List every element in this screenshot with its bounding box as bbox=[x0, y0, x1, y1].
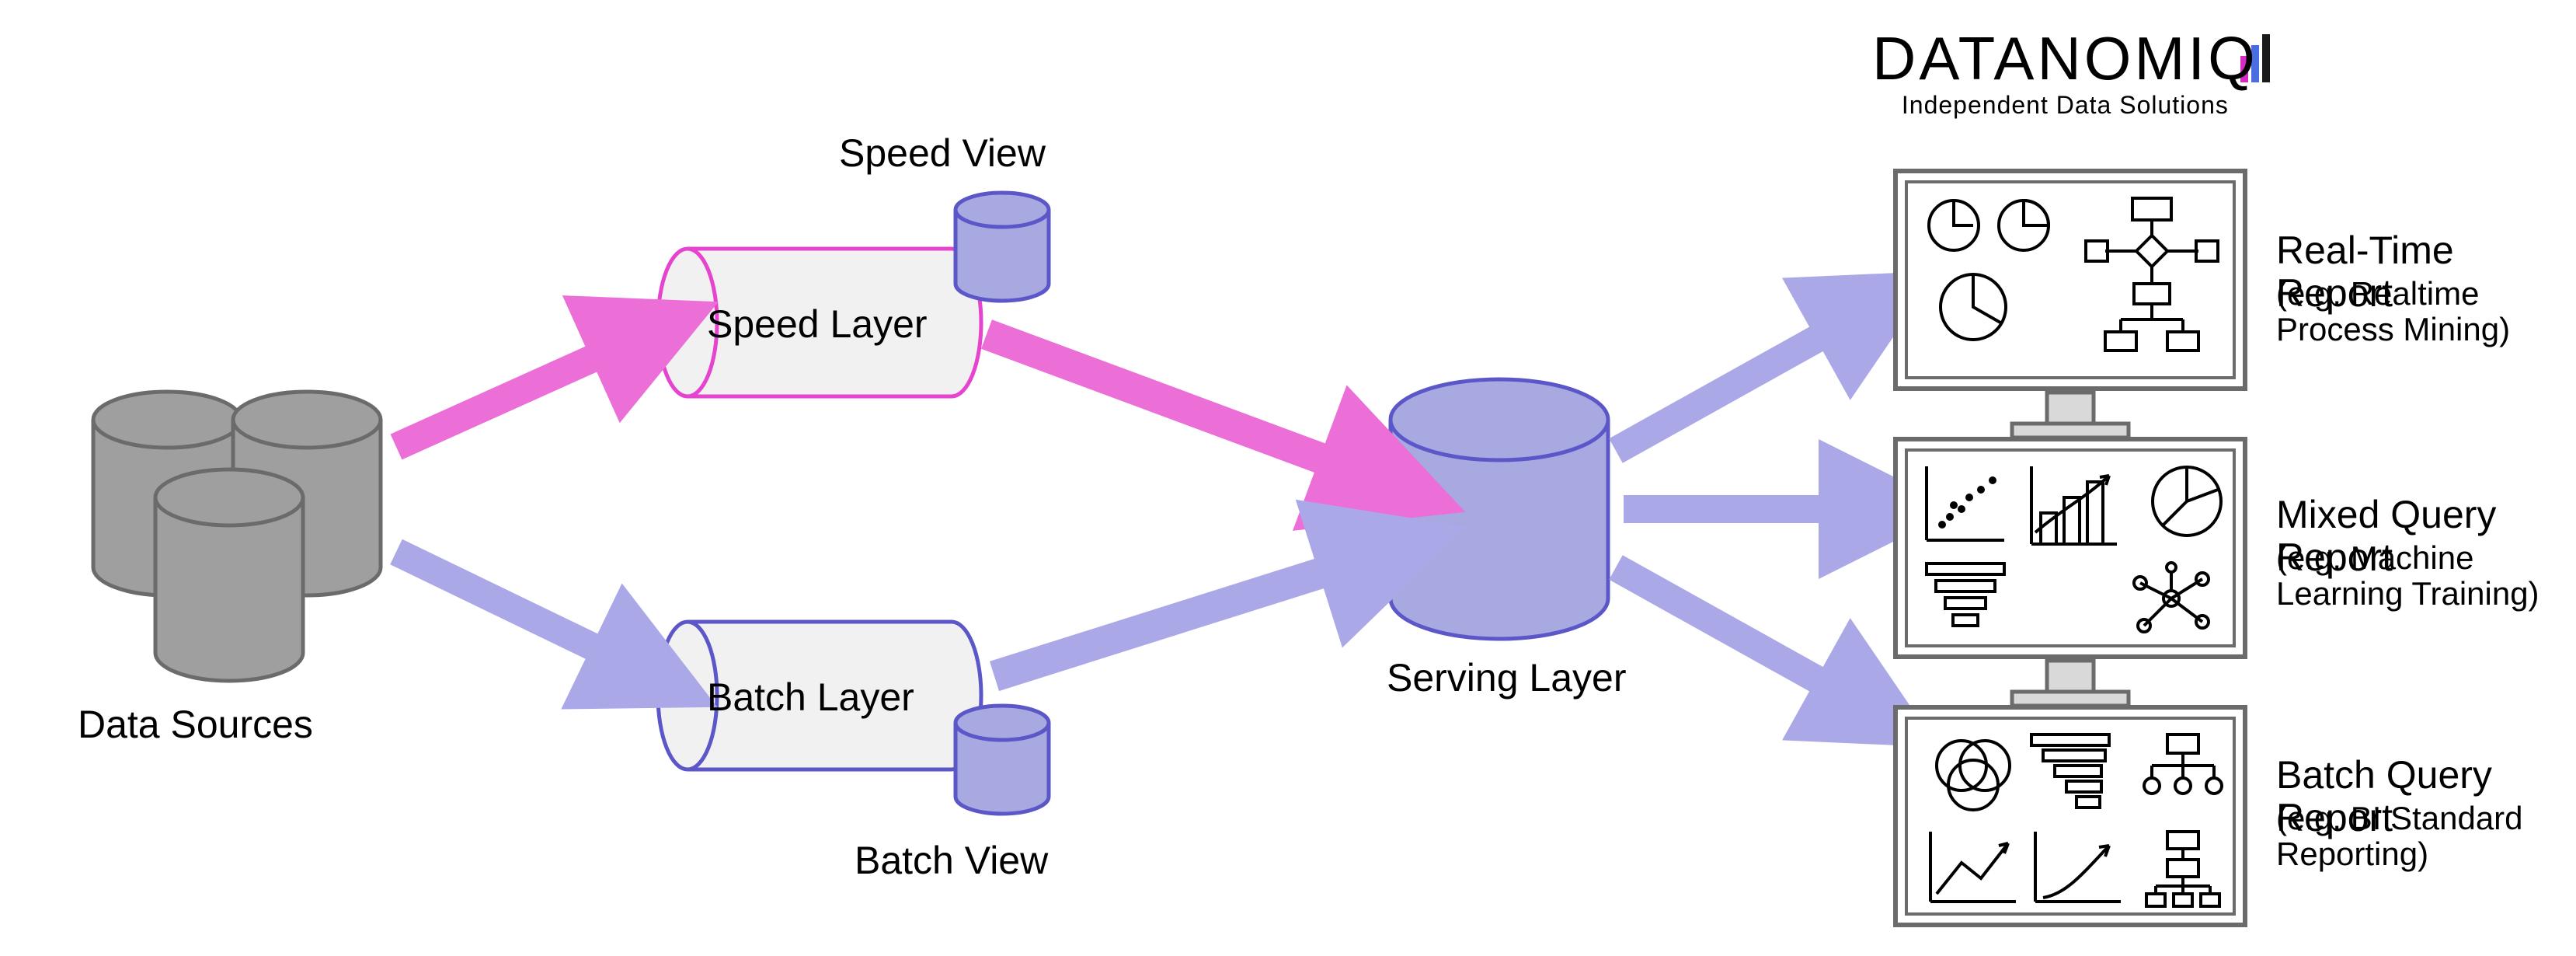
brand-name: DATANOMIQ bbox=[1872, 23, 2258, 94]
diagram-canvas bbox=[0, 0, 2576, 956]
monitor-batch-icon bbox=[1895, 707, 2245, 925]
data-sources-label: Data Sources bbox=[78, 703, 313, 746]
batch-report-subtitle: (e.g. BI Standard Reporting) bbox=[2276, 801, 2576, 872]
speed-layer-label: Speed Layer bbox=[707, 303, 928, 346]
arrow-speed-to-serving bbox=[987, 334, 1363, 474]
batch-layer-label: Batch Layer bbox=[707, 676, 914, 719]
serving-layer-label: Serving Layer bbox=[1387, 657, 1627, 700]
batch-view-icon bbox=[956, 706, 1049, 814]
arrow-serving-to-batch bbox=[1616, 567, 1853, 700]
arrow-sources-to-batch bbox=[396, 552, 629, 665]
batch-view-label: Batch View bbox=[855, 839, 1048, 882]
arrow-serving-to-realtime bbox=[1616, 319, 1853, 451]
speed-view-label: Speed View bbox=[839, 132, 1046, 175]
brand-block: DATANOMIQ Independent Data Solutions bbox=[1872, 23, 2258, 120]
speed-view-icon bbox=[956, 193, 1049, 301]
mixed-report-subtitle: (e.g. Machine Learning Training) bbox=[2276, 540, 2576, 612]
brand-tagline: Independent Data Solutions bbox=[1872, 91, 2258, 120]
serving-layer-icon bbox=[1391, 379, 1608, 639]
monitor-mixed-icon bbox=[1895, 439, 2245, 706]
data-sources-icon bbox=[93, 392, 381, 681]
arrow-sources-to-speed bbox=[396, 342, 629, 447]
realtime-report-subtitle: (e.g. Realtime Process Mining) bbox=[2276, 276, 2576, 347]
monitor-realtime-icon bbox=[1895, 171, 2245, 438]
arrow-batch-to-serving bbox=[994, 560, 1363, 676]
